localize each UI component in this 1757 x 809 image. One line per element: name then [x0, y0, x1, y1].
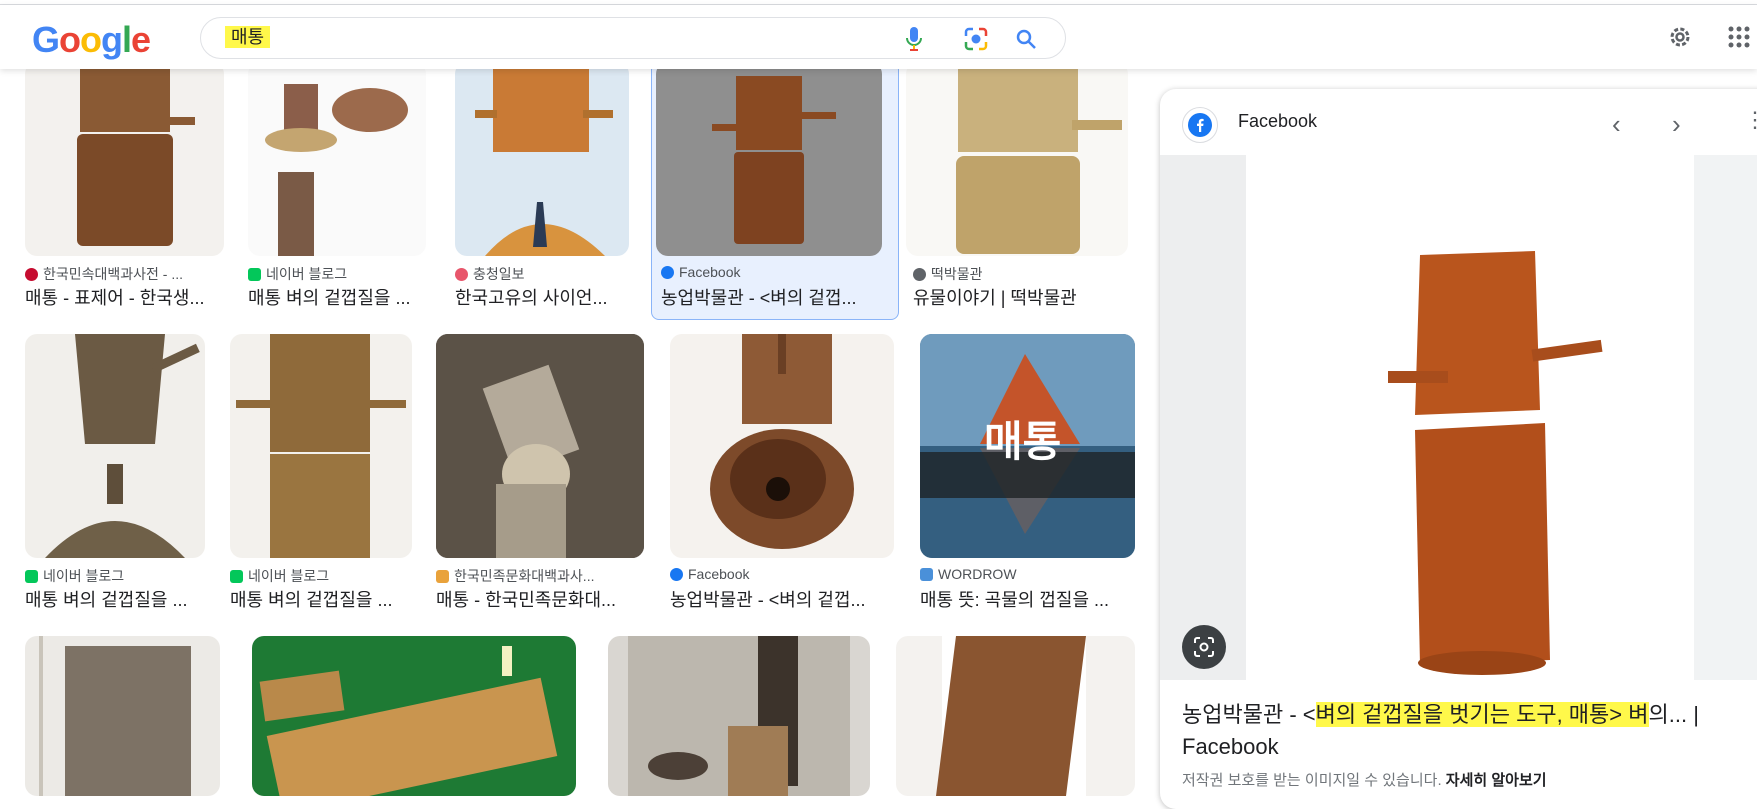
result-title[interactable]: 매통 벼의 겉껍질을 ...	[25, 586, 205, 612]
facebook-icon	[670, 567, 683, 581]
result-source: WORDROW	[920, 566, 1017, 582]
result-thumbnail[interactable]	[656, 62, 882, 256]
search-icon[interactable]	[1013, 26, 1039, 52]
result-source: 한국민족문화대백과사...	[436, 566, 594, 586]
result-source: 네이버 블로그	[248, 264, 347, 284]
result-source: Facebook	[661, 264, 740, 280]
result-title[interactable]: 농업박물관 - <벼의 겉껍...	[670, 586, 894, 612]
search-box[interactable]: 매통	[200, 17, 1066, 59]
source-favicon-icon	[25, 569, 38, 583]
gear-icon[interactable]	[1666, 23, 1694, 51]
source-favicon-icon	[248, 267, 261, 281]
source-favicon-icon	[230, 569, 243, 583]
result-source: 네이버 블로그	[230, 566, 329, 586]
result-title[interactable]: 농업박물관 - <벼의 겉껍...	[661, 284, 887, 310]
result-title[interactable]: 매통 벼의 겉껍질을 ...	[230, 586, 412, 612]
result-thumbnail[interactable]	[455, 62, 629, 256]
result-source: 충청일보	[455, 264, 525, 284]
result-title[interactable]: 매통 뜻: 곡물의 껍질을 ...	[920, 586, 1135, 612]
result-title[interactable]: 한국고유의 사이언...	[455, 284, 629, 310]
chevron-left-icon[interactable]: ‹	[1612, 109, 1621, 140]
facebook-icon	[1182, 107, 1218, 143]
panel-source-name[interactable]: Facebook	[1238, 111, 1317, 132]
result-thumbnail[interactable]	[25, 636, 220, 796]
camera-lens-icon[interactable]	[963, 26, 989, 52]
facebook-icon	[661, 265, 674, 279]
mic-icon[interactable]	[901, 26, 927, 52]
copyright-note: 저작권 보호를 받는 이미지일 수 있습니다. 자세히 알아보기	[1182, 772, 1547, 789]
chevron-right-icon[interactable]: ›	[1672, 109, 1681, 140]
panel-title[interactable]: 농업박물관 - <벼의 겉껍질을 벗기는 도구, 매통> 벼의... | Fac…	[1182, 699, 1722, 763]
result-thumbnail[interactable]	[252, 636, 576, 796]
source-favicon-icon	[25, 267, 38, 281]
result-thumbnail[interactable]	[896, 636, 1135, 796]
result-source: Facebook	[670, 566, 749, 582]
source-favicon-icon	[455, 267, 468, 281]
more-options-icon[interactable]: ⋮	[1744, 107, 1757, 133]
result-source: 한국민속대백과사전 - ...	[25, 264, 183, 284]
result-thumbnail[interactable]	[248, 62, 426, 256]
google-logo[interactable]: Google	[32, 19, 151, 61]
result-thumbnail[interactable]: 매통	[920, 334, 1135, 558]
source-favicon-icon	[920, 567, 933, 581]
result-source: 네이버 블로그	[25, 566, 124, 586]
result-thumbnail[interactable]	[436, 334, 644, 558]
source-favicon-icon	[436, 569, 449, 583]
result-thumbnail[interactable]	[230, 334, 412, 558]
result-title[interactable]: 매통 - 한국민족문화대...	[436, 586, 644, 612]
thumbnail-overlay-text: 매통	[984, 418, 1062, 465]
result-thumbnail[interactable]	[670, 334, 894, 558]
search-input[interactable]: 매통	[225, 26, 271, 48]
result-thumbnail[interactable]	[608, 636, 870, 796]
lens-search-icon[interactable]	[1182, 625, 1226, 669]
apps-grid-icon[interactable]	[1725, 23, 1753, 51]
result-thumbnail[interactable]	[25, 334, 205, 558]
result-title[interactable]: 매통 - 표제어 - 한국생...	[25, 284, 215, 310]
result-source: 떡박물관	[913, 264, 983, 284]
preview-image[interactable]	[1160, 155, 1757, 680]
result-title[interactable]: 유물이야기 | 떡박물관	[913, 284, 1128, 310]
result-thumbnail[interactable]	[25, 62, 224, 256]
preview-panel: Facebook ‹ › ⋮ 농업박물관 - <벼의 겉껍질을 벗기는 도구, …	[1160, 89, 1757, 809]
header: Google 매통	[0, 5, 1757, 69]
result-title[interactable]: 매통 벼의 겉껍질을 ...	[248, 284, 426, 310]
result-thumbnail[interactable]	[906, 62, 1128, 256]
globe-icon	[913, 267, 926, 281]
